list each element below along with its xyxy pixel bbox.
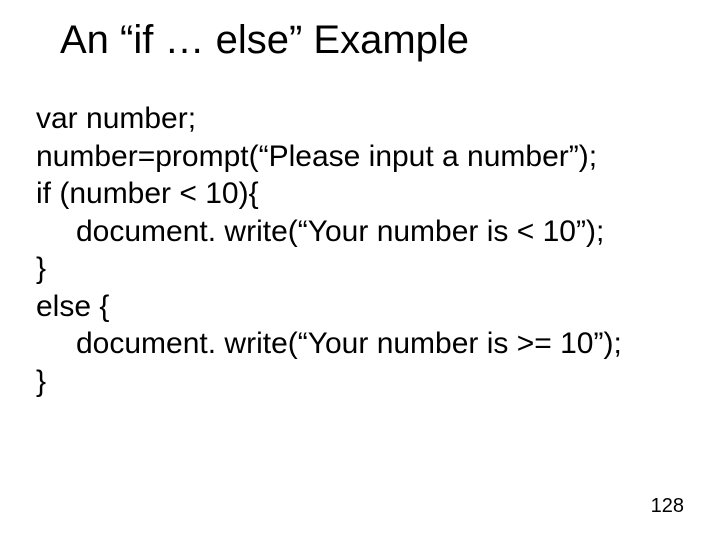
code-line-6: else {: [36, 288, 684, 326]
page-number: 128: [651, 495, 684, 518]
code-block: var number; number=prompt(“Please input …: [36, 100, 684, 400]
code-line-4: document. write(“Your number is < 10”);: [36, 213, 684, 251]
slide-title: An “if … else” Example: [60, 18, 469, 63]
code-line-8: }: [36, 363, 684, 401]
slide: An “if … else” Example var number; numbe…: [0, 0, 720, 540]
code-line-7: document. write(“Your number is >= 10”);: [36, 325, 684, 363]
code-line-3: if (number < 10){: [36, 175, 684, 213]
code-line-1: var number;: [36, 100, 684, 138]
code-line-5: }: [36, 250, 684, 288]
code-line-2: number=prompt(“Please input a number”);: [36, 138, 684, 176]
